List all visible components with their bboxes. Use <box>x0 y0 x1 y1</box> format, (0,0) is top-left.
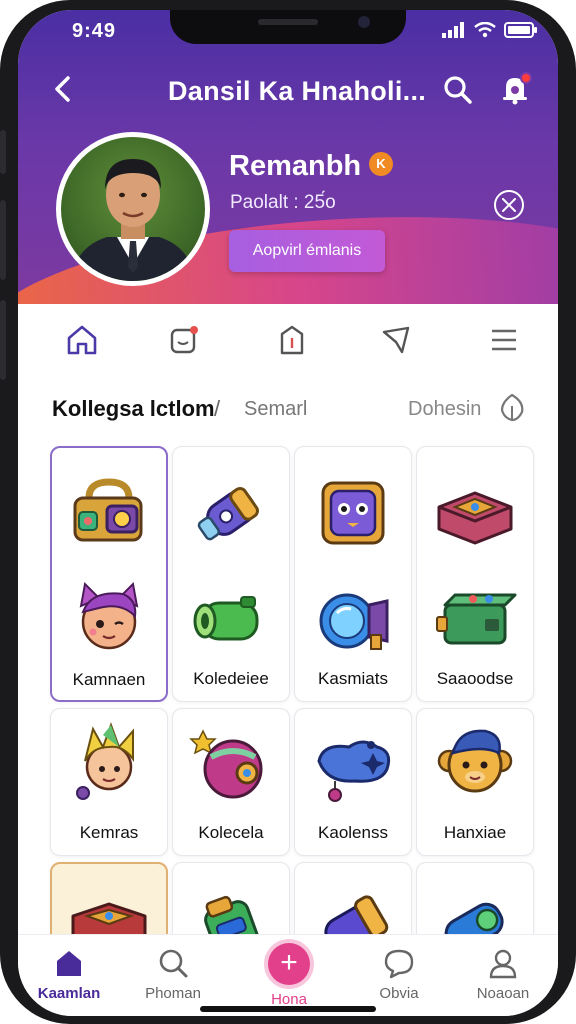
gadget-box-icon <box>436 593 517 645</box>
leaf-filter-icon[interactable] <box>498 392 526 422</box>
nav-label: Kaamlan <box>37 985 101 1002</box>
collection-card[interactable]: Kolecela <box>172 708 290 856</box>
blue-blob-icon <box>317 740 391 802</box>
profile-points: Paolalt : 25́o <box>230 192 336 213</box>
profile-action-button[interactable]: Aopvirl émlanis <box>229 230 385 272</box>
item-label: Koledeiee <box>193 669 269 688</box>
search-icon <box>159 949 188 978</box>
item-label: Kemras <box>79 823 139 842</box>
collection-card[interactable]: Kasmiats <box>294 446 412 702</box>
item-label: Kaolenss <box>318 823 388 842</box>
item-label: Saaoodse <box>436 669 514 688</box>
nav-search[interactable]: Phoman <box>128 947 218 1013</box>
avatar-portrait <box>71 159 195 281</box>
notch <box>170 10 406 44</box>
notifications-button[interactable] <box>498 72 532 106</box>
item-label: Hanxiae <box>443 823 507 842</box>
collection-card[interactable]: Kamnaen <box>50 446 168 702</box>
phone-frame: 9:49 Dansil Ka Hnaholi... Remanbh K Paol… <box>0 0 576 1024</box>
nav-home[interactable]: Kaamlan <box>24 947 114 1013</box>
plus-icon: + <box>268 943 310 985</box>
nav-chat[interactable]: Obvia <box>354 947 444 1013</box>
page-title: Dansil Ka Hnaholi... <box>168 76 427 106</box>
nav-profile[interactable]: Noaoan <box>458 947 548 1013</box>
wifi-icon <box>474 22 496 38</box>
section-heading[interactable]: Kollegsa lctlom <box>52 396 215 422</box>
cat-creature-icon <box>79 581 139 650</box>
bottom-navigation: Kaamlan Phoman + Hona Obvia Noaoan <box>18 934 558 1016</box>
secondary-tab[interactable]: Semarl <box>244 398 307 421</box>
item-label: Kamnaen <box>72 670 146 689</box>
volume-up-button <box>0 200 6 280</box>
spiky-hero-icon <box>76 722 134 800</box>
profile-icon <box>489 949 517 979</box>
back-arrow-icon[interactable] <box>48 74 78 104</box>
rocket-capsule-icon <box>197 486 259 541</box>
section-link[interactable]: Dohesin <box>408 398 481 421</box>
notification-icon[interactable] <box>166 322 202 358</box>
round-pod-icon <box>189 729 263 799</box>
home-indicator <box>200 1006 376 1012</box>
screen: 9:49 Dansil Ka Hnaholi... Remanbh K Paol… <box>18 10 558 1016</box>
signal-icon <box>442 22 464 38</box>
menu-icon[interactable] <box>486 322 522 358</box>
book-chest-icon <box>437 491 513 545</box>
nav-label: Noaoan <box>476 985 530 1002</box>
icon-tab-bar <box>18 306 558 374</box>
nav-label: Obvia <box>379 985 419 1002</box>
home-outline-icon[interactable] <box>64 322 100 358</box>
home-icon <box>57 951 81 976</box>
top-bar: Dansil Ka Hnaholi... <box>18 66 558 114</box>
collection-card[interactable]: Hanxiae <box>416 708 534 856</box>
monkey-icon <box>437 729 513 793</box>
status-time: 9:49 <box>72 20 117 42</box>
volume-down-button <box>0 300 6 380</box>
chat-icon <box>384 949 414 979</box>
item-label: Kasmiats <box>318 669 388 688</box>
collection-card[interactable]: Kemras <box>50 708 168 856</box>
profile-name: Remanbh <box>229 150 362 182</box>
collection-card[interactable]: Saaoodse <box>416 446 534 702</box>
mute-switch <box>0 130 6 174</box>
battery-icon <box>504 22 537 38</box>
notification-badge <box>520 72 532 84</box>
monster-box-icon <box>321 481 385 545</box>
avatar[interactable] <box>56 132 210 286</box>
blue-orb-icon <box>319 593 389 650</box>
item-label: Kolecela <box>198 823 264 842</box>
share-icon[interactable] <box>378 322 414 358</box>
search-icon[interactable] <box>442 74 474 106</box>
green-capsule-icon <box>193 596 259 641</box>
collection-card[interactable]: Koledeiee <box>172 446 290 702</box>
nav-create[interactable]: + Hona <box>244 943 334 1013</box>
collection-header: Kollegsa lctlom / Semarl Dohesin <box>18 388 558 432</box>
collection-card[interactable]: Kaolenss <box>294 708 412 856</box>
dismiss-button[interactable] <box>494 190 524 220</box>
nav-label: Phoman <box>145 985 201 1002</box>
camera-bag-icon <box>73 478 143 542</box>
bag-icon[interactable] <box>274 322 310 358</box>
section-separator: / <box>214 396 221 421</box>
verified-badge-icon: K <box>369 152 393 176</box>
close-icon <box>502 198 516 212</box>
